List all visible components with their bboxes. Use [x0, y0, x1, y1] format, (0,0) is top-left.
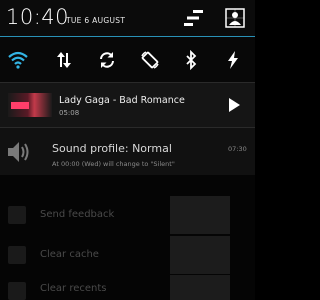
- play-icon[interactable]: [226, 97, 242, 113]
- track-title: Lady Gaga - Bad Romance: [59, 95, 185, 106]
- clock: 10:40: [6, 5, 70, 29]
- list-item: Clear cache: [0, 235, 255, 275]
- sound-profile-subtitle: At 00:00 (Wed) will change to "Silent": [52, 160, 175, 168]
- sound-profile-title: Sound profile: Normal: [52, 142, 172, 155]
- data-arrows-icon[interactable]: [51, 47, 77, 73]
- rotate-icon[interactable]: [137, 47, 163, 73]
- flash-icon[interactable]: [220, 47, 246, 73]
- album-art: [8, 93, 52, 117]
- track-duration: 05:08: [59, 109, 80, 117]
- settings-sliders-icon[interactable]: [183, 8, 205, 28]
- wifi-icon[interactable]: [5, 47, 31, 73]
- sync-icon[interactable]: [94, 47, 120, 73]
- background-app: Send feedback Clear cache Clear recents: [0, 175, 255, 300]
- sound-profile-time: 07:30: [228, 145, 247, 153]
- user-profile-icon[interactable]: [224, 8, 246, 28]
- list-item-icon: [8, 282, 26, 300]
- list-item-label: Send feedback: [40, 209, 115, 220]
- list-item-icon: [8, 206, 26, 224]
- speaker-icon: [6, 140, 34, 164]
- quick-toggles: [0, 37, 255, 82]
- list-item-label: Clear cache: [40, 249, 99, 260]
- thumbnail: [170, 275, 230, 300]
- thumbnail: [170, 196, 230, 234]
- date-label: TUE 6 AUGUST: [66, 16, 126, 25]
- list-item-icon: [8, 246, 26, 264]
- sound-profile-notification[interactable]: Sound profile: Normal At 00:00 (Wed) wil…: [0, 128, 255, 175]
- list-item: Send feedback: [0, 195, 255, 235]
- list-item-label: Clear recents: [40, 283, 107, 294]
- status-header: 10:40 TUE 6 AUGUST: [0, 0, 255, 36]
- music-notification[interactable]: Lady Gaga - Bad Romance 05:08: [0, 83, 255, 127]
- list-item: Clear recents: [0, 275, 255, 300]
- bluetooth-icon[interactable]: [178, 47, 204, 73]
- thumbnail: [170, 236, 230, 274]
